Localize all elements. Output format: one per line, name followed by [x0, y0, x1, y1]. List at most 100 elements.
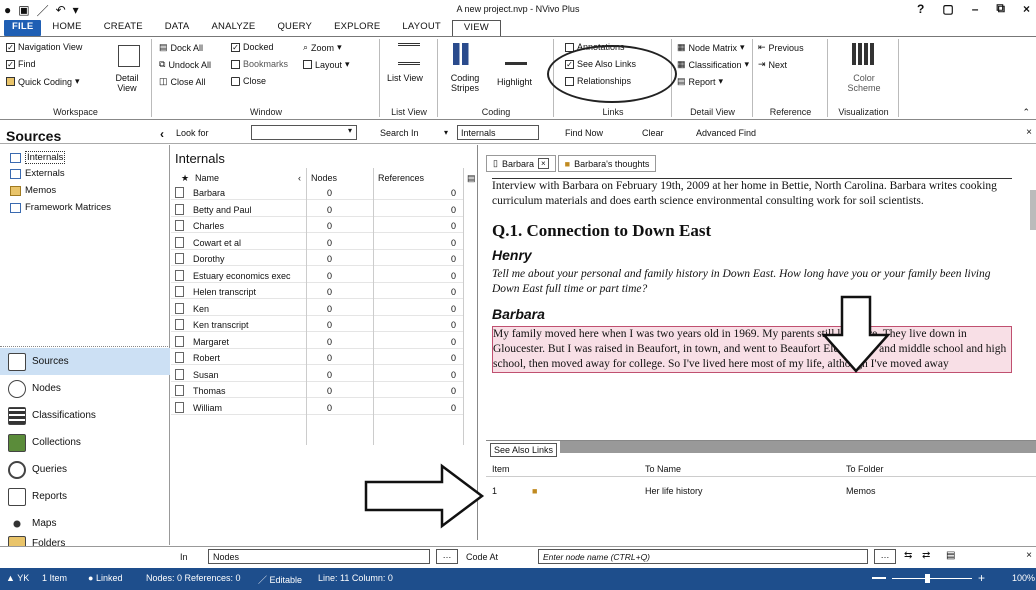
tab-create[interactable]: CREATE: [93, 20, 154, 36]
table-row[interactable]: Betty and Paul 0 0: [171, 202, 463, 217]
ribbon-display-button[interactable]: ▢: [942, 2, 953, 16]
table-row[interactable]: Charles 0 0: [171, 218, 463, 234]
document-scrollbar[interactable]: [1030, 190, 1036, 230]
advanced-find-button[interactable]: Advanced Find: [696, 128, 756, 138]
detail-view-icon[interactable]: [118, 45, 140, 67]
see-also-tab[interactable]: See Also Links: [490, 443, 558, 457]
collapse-pane-icon[interactable]: ‹: [160, 127, 164, 141]
tab-query[interactable]: QUERY: [266, 20, 323, 36]
column-chooser-icon[interactable]: ▤: [467, 173, 476, 184]
collapse-ribbon-icon[interactable]: ⌃: [1022, 107, 1030, 118]
tree-item-internals[interactable]: Internals: [10, 151, 66, 164]
tree-item-externals[interactable]: Externals: [10, 168, 65, 179]
tab-layout[interactable]: LAYOUT: [391, 20, 452, 36]
close-icon[interactable]: ×: [1026, 550, 1032, 561]
tab-explore[interactable]: EXPLORE: [323, 20, 391, 36]
layout-dropdown[interactable]: Layout ▾: [303, 59, 350, 70]
search-in-field[interactable]: Internals: [457, 125, 539, 140]
doc-tab-barbara[interactable]: ▯ Barbara ×: [486, 155, 556, 172]
tree-item-memos[interactable]: Memos: [10, 185, 56, 196]
navigation-view-toggle[interactable]: ✓ Navigation View: [6, 42, 82, 52]
table-row[interactable]: Ken 0 0: [171, 301, 463, 316]
table-row[interactable]: Estuary economics exec 0 0: [171, 268, 463, 283]
coding-stripes-icon[interactable]: [453, 43, 475, 65]
report-dropdown[interactable]: ▤ Report ▾: [677, 76, 723, 87]
table-row[interactable]: Ken transcript 0 0: [171, 317, 463, 333]
column-header-references[interactable]: References: [378, 173, 424, 183]
detail-view-button[interactable]: Detail View: [106, 73, 148, 93]
nav-reports[interactable]: Reports: [0, 483, 170, 510]
code-icon[interactable]: ⇆: [904, 550, 912, 561]
table-row[interactable]: William 0 0: [171, 400, 463, 415]
tab-view[interactable]: VIEW: [451, 19, 501, 37]
look-for-input[interactable]: ▾: [251, 125, 357, 140]
minimize-button[interactable]: –: [972, 2, 979, 16]
restore-button[interactable]: ⧉: [996, 1, 1005, 16]
column-header-item[interactable]: Item: [492, 464, 510, 474]
sort-icon[interactable]: ★: [181, 173, 189, 184]
close-tab-icon[interactable]: ×: [537, 158, 549, 169]
column-header-name[interactable]: Name: [195, 173, 219, 183]
column-header-to-name[interactable]: To Name: [645, 464, 681, 474]
close-icon[interactable]: ×: [1026, 127, 1032, 138]
nav-nodes[interactable]: Nodes: [0, 375, 170, 402]
link-to-name[interactable]: Her life history: [645, 486, 703, 496]
list-view-button[interactable]: List View: [387, 73, 433, 83]
previous-button[interactable]: ⇤ Previous: [758, 42, 804, 53]
table-row[interactable]: Dorothy 0 0: [171, 251, 463, 267]
nav-queries[interactable]: Queries: [0, 456, 170, 483]
uncode-icon[interactable]: ⇄: [922, 550, 930, 561]
in-select[interactable]: Nodes: [208, 549, 430, 564]
table-row[interactable]: Barbara 0 0: [171, 185, 463, 201]
table-row[interactable]: Robert 0 0: [171, 350, 463, 366]
coding-stripes-button[interactable]: Coding Stripes: [445, 73, 485, 93]
document-text[interactable]: Interview with Barbara on February 19th,…: [492, 178, 1012, 436]
find-now-button[interactable]: Find Now: [565, 128, 603, 138]
find-toggle[interactable]: ✓ Find: [6, 59, 36, 69]
column-header-nodes[interactable]: Nodes: [311, 173, 337, 183]
tree-item-framework-matrices[interactable]: Framework Matrices: [10, 202, 111, 213]
close-all-button[interactable]: ◫ Close All: [159, 76, 206, 87]
table-row[interactable]: Cowart et al 0 0: [171, 235, 463, 250]
quick-coding-toggle[interactable]: Quick Coding ▾: [6, 76, 80, 87]
node-matrix-dropdown[interactable]: ▦ Node Matrix ▾: [677, 42, 745, 53]
zoom-out-button[interactable]: [872, 577, 886, 579]
nav-collections[interactable]: Collections: [0, 429, 170, 456]
classification-dropdown[interactable]: ▦ Classification ▾: [677, 59, 749, 70]
edit-icon[interactable]: ／: [37, 2, 49, 19]
browse-button[interactable]: …: [436, 549, 458, 564]
highlight-button[interactable]: Highlight: [497, 77, 532, 87]
nav-maps[interactable]: Maps: [0, 510, 170, 537]
browse-nodes-button[interactable]: …: [874, 549, 896, 564]
tab-analyze[interactable]: ANALYZE: [200, 20, 266, 36]
zoom-dropdown[interactable]: ⌕ Zoom ▾: [303, 42, 342, 53]
save-icon[interactable]: ▣: [18, 3, 29, 17]
help-button[interactable]: ?: [917, 2, 924, 16]
node-name-input[interactable]: Enter node name (CTRL+Q): [538, 549, 868, 564]
table-row[interactable]: Margaret 0 0: [171, 334, 463, 349]
color-scheme-icon[interactable]: [852, 43, 874, 65]
clear-button[interactable]: Clear: [642, 128, 664, 138]
docked-toggle[interactable]: ✓ Docked: [231, 42, 274, 52]
chevron-down-icon[interactable]: ▾: [444, 128, 448, 137]
table-row[interactable]: Thomas 0 0: [171, 383, 463, 399]
nav-sources[interactable]: Sources: [0, 348, 170, 375]
table-row[interactable]: Helen transcript 0 0: [171, 284, 463, 300]
undo-icon[interactable]: ↶: [56, 3, 66, 17]
close-button[interactable]: ×: [1023, 2, 1030, 16]
tab-file[interactable]: FILE: [4, 20, 42, 36]
highlight-icon[interactable]: [505, 43, 527, 65]
table-row[interactable]: Susan 0 0: [171, 367, 463, 382]
dock-all-button[interactable]: ▤ Dock All: [159, 42, 203, 53]
column-header-to-folder[interactable]: To Folder: [846, 464, 884, 474]
next-button[interactable]: ⇥ Next: [758, 59, 787, 70]
app-icon[interactable]: ●: [4, 3, 11, 17]
list-view-icon[interactable]: [398, 43, 420, 65]
in-vivo-icon[interactable]: ▤: [946, 550, 955, 561]
bookmarks-toggle[interactable]: Bookmarks: [231, 59, 288, 69]
zoom-slider-thumb[interactable]: [925, 574, 930, 583]
zoom-in-button[interactable]: +: [978, 571, 985, 585]
undock-all-button[interactable]: ⧉ Undock All: [159, 59, 211, 70]
nav-classifications[interactable]: Classifications: [0, 402, 170, 429]
tab-data[interactable]: DATA: [154, 20, 201, 36]
